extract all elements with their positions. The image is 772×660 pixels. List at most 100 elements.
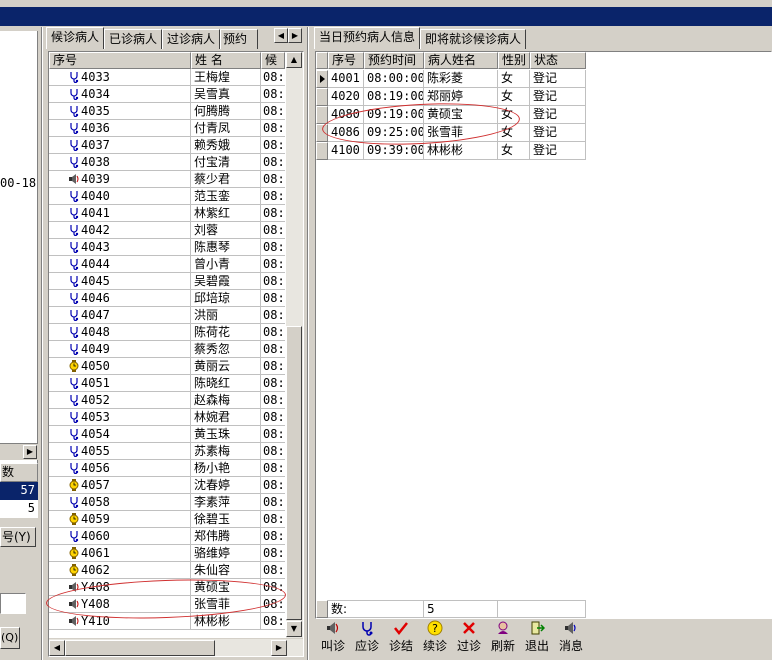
tab-seen[interactable]: 已诊病人 bbox=[104, 29, 163, 49]
table-row[interactable]: 4060 郑伟腾 08: bbox=[49, 528, 285, 545]
count-value-selected[interactable]: 57 bbox=[0, 482, 38, 500]
toolbar-button-exit[interactable]: 退出 bbox=[520, 620, 554, 658]
column-header-name[interactable]: 姓 名 bbox=[191, 52, 261, 69]
splitter-left[interactable] bbox=[41, 27, 43, 660]
number-button[interactable]: 号(Y) bbox=[0, 527, 36, 547]
patient-name: 杨小艳 bbox=[191, 460, 261, 477]
table-row[interactable]: 4059 徐碧玉 08: bbox=[49, 511, 285, 528]
left-input[interactable] bbox=[0, 593, 26, 614]
table-row[interactable]: 4043 陈惠琴 08: bbox=[49, 239, 285, 256]
patient-name: 陈荷花 bbox=[191, 324, 261, 341]
table-row[interactable]: 4041 林紫红 08: bbox=[49, 205, 285, 222]
tab-today-appointments[interactable]: 当日预约病人信息 bbox=[314, 27, 421, 49]
appointment-tabs: 当日预约病人信息 即将就诊候诊病人 bbox=[314, 27, 527, 49]
scroll-left-icon[interactable]: ◀ bbox=[49, 640, 65, 656]
wait-time: 08: bbox=[261, 563, 285, 579]
appointment-row[interactable]: 4100 09:39:00 林彬彬女登记 bbox=[316, 142, 586, 160]
table-row[interactable]: 4053 林婉君 08: bbox=[49, 409, 285, 426]
tab-waiting[interactable]: 候诊病人 bbox=[46, 27, 105, 49]
toolbar-button-x[interactable]: 过诊 bbox=[452, 620, 486, 658]
toolbar-button-refresh[interactable]: 刷新 bbox=[486, 620, 520, 658]
footer-indicator bbox=[316, 600, 328, 618]
queue-number: 4036 bbox=[49, 120, 191, 137]
tab-passed[interactable]: 过诊病人 bbox=[162, 29, 221, 49]
wait-time: 08: bbox=[261, 495, 285, 511]
hscroll-thumb[interactable] bbox=[65, 640, 215, 656]
tab-appointment[interactable]: 预约 bbox=[220, 29, 259, 49]
table-row[interactable]: 4056 杨小艳 08: bbox=[49, 460, 285, 477]
wait-time: 08: bbox=[261, 121, 285, 137]
queue-number: 4040 bbox=[49, 188, 191, 205]
table-row[interactable]: 4062 朱仙容 08: bbox=[49, 562, 285, 579]
table-row[interactable]: 4038 付宝清 08: bbox=[49, 154, 285, 171]
toolbar-button-stethoscope[interactable]: 应诊 bbox=[350, 620, 384, 658]
toolbar-button-label: 刷新 bbox=[490, 639, 515, 653]
left-hscrollbar[interactable]: ▶ bbox=[0, 443, 38, 460]
table-row[interactable]: 4046 邱培琼 08: bbox=[49, 290, 285, 307]
splitter-right[interactable] bbox=[307, 27, 309, 660]
table-row[interactable]: 4037 赖秀娥 08: bbox=[49, 137, 285, 154]
table-row[interactable]: 4058 李素萍 08: bbox=[49, 494, 285, 511]
waiting-vscrollbar[interactable]: ▲ ▼ bbox=[286, 52, 303, 638]
table-row[interactable]: 4052 赵森梅 08: bbox=[49, 392, 285, 409]
scroll-thumb[interactable] bbox=[286, 326, 302, 620]
scroll-right-icon[interactable]: ▶ bbox=[271, 640, 287, 656]
table-row[interactable]: 4034 吴雪真 08: bbox=[49, 86, 285, 103]
status: 登记 bbox=[530, 142, 586, 160]
waiting-patient-grid: 序号姓 名候 4033 王梅煌 08: 4034 吴雪真 08: 4035 何腾腾 08: 403… bbox=[48, 51, 304, 657]
question-icon: ? bbox=[418, 620, 452, 638]
column-header-time[interactable]: 候 bbox=[261, 52, 285, 69]
table-row[interactable]: 4033 王梅煌 08: bbox=[49, 69, 285, 86]
table-row[interactable]: 4044 曾小青 08: bbox=[49, 256, 285, 273]
table-row[interactable]: 4036 付青凤 08: bbox=[49, 120, 285, 137]
tab-upcoming-patients[interactable]: 即将就诊候诊病人 bbox=[420, 29, 527, 49]
column-header-no[interactable]: 序号 bbox=[49, 52, 191, 69]
toolbar-button-message[interactable]: 消息 bbox=[554, 620, 588, 658]
toolbar-button-check[interactable]: 诊结 bbox=[384, 620, 418, 658]
patient-name: 林彬彬 bbox=[424, 142, 498, 160]
row-indicator bbox=[316, 70, 328, 88]
scroll-up-icon[interactable]: ▲ bbox=[286, 52, 302, 68]
wait-time: 08: bbox=[261, 155, 285, 171]
table-row[interactable]: 4049 蔡秀忽 08: bbox=[49, 341, 285, 358]
table-row[interactable]: 4054 黄玉珠 08: bbox=[49, 426, 285, 443]
table-row[interactable]: 4040 范玉銮 08: bbox=[49, 188, 285, 205]
scroll-down-icon[interactable]: ▼ bbox=[286, 621, 302, 637]
column-header-patient-name[interactable]: 病人姓名 bbox=[424, 52, 498, 69]
table-row[interactable]: 4035 何腾腾 08: bbox=[49, 103, 285, 120]
watch-icon bbox=[68, 564, 80, 576]
table-row[interactable]: 4047 洪丽 08: bbox=[49, 307, 285, 324]
queue-number: 4037 bbox=[49, 137, 191, 154]
count-value[interactable]: 5 bbox=[0, 500, 38, 518]
table-row[interactable]: 4048 陈荷花 08: bbox=[49, 324, 285, 341]
wait-time: 08: bbox=[261, 189, 285, 205]
tab-scroll-left-icon[interactable]: ◀ bbox=[274, 28, 288, 43]
toolbar-button-question[interactable]: ? 续诊 bbox=[418, 620, 452, 658]
stethoscope-icon bbox=[68, 530, 80, 543]
left-panel: 00-18 ▶ 数 57 5 号(Y) (Q) bbox=[0, 27, 41, 660]
appointment-row[interactable]: 4001 08:00:00 陈彩菱女登记 bbox=[316, 70, 586, 88]
table-row[interactable]: 4061 骆维婷 08: bbox=[49, 545, 285, 562]
table-row[interactable]: 4057 沈春婷 08: bbox=[49, 477, 285, 494]
wait-time: 08: bbox=[261, 291, 285, 307]
footer-count-label: 数: bbox=[328, 600, 424, 618]
column-header-sex[interactable]: 性别 bbox=[498, 52, 530, 69]
table-row[interactable]: 4050 黄丽云 08: bbox=[49, 358, 285, 375]
table-row[interactable]: 4045 吴碧霞 08: bbox=[49, 273, 285, 290]
column-header-no[interactable]: 序号 bbox=[328, 52, 364, 69]
column-header-appt-time[interactable]: 预约时间 bbox=[364, 52, 424, 69]
query-button[interactable]: (Q) bbox=[0, 627, 20, 649]
speaker-icon bbox=[68, 615, 80, 627]
wait-time: 08: bbox=[261, 240, 285, 256]
patient-name: 吴碧霞 bbox=[191, 273, 261, 290]
table-row[interactable]: 4051 陈晓红 08: bbox=[49, 375, 285, 392]
table-row[interactable]: 4039 蔡少君 08: bbox=[49, 171, 285, 188]
table-row[interactable]: 4042 刘蓉 08: bbox=[49, 222, 285, 239]
waiting-hscrollbar[interactable]: ◀ ▶ bbox=[49, 638, 303, 656]
tab-scroll-right-icon[interactable]: ▶ bbox=[288, 28, 302, 43]
scroll-right-icon[interactable]: ▶ bbox=[23, 445, 37, 459]
patient-name: 吴雪真 bbox=[191, 86, 261, 103]
column-header-status[interactable]: 状态 bbox=[530, 52, 586, 69]
toolbar-button-speaker[interactable]: 叫诊 bbox=[316, 620, 350, 658]
table-row[interactable]: 4055 苏素梅 08: bbox=[49, 443, 285, 460]
